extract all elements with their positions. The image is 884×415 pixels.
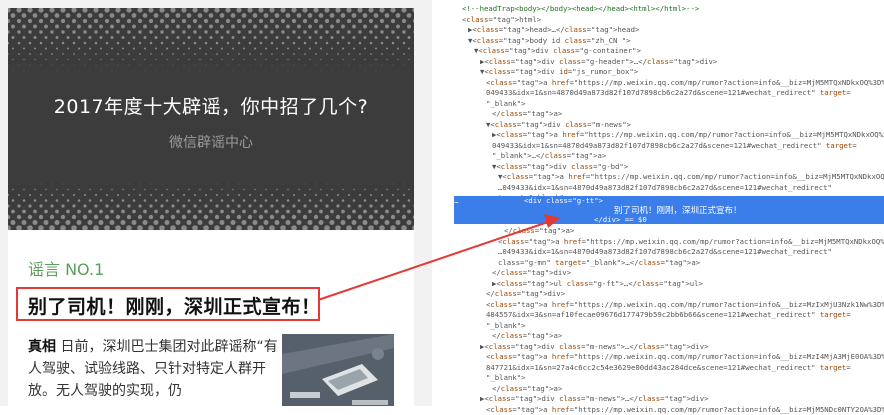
dom-line[interactable]: </class="tag">a> <box>492 331 562 341</box>
dom-line[interactable]: <class="tag">a href="https://mp.weixin.q… <box>486 300 884 310</box>
truth-label: 真相 <box>28 339 56 355</box>
devtools-elements-panel: <!--headTrap<body></body><head></head><h… <box>432 0 884 406</box>
dom-line[interactable]: </class="tag">a> <box>492 109 562 119</box>
dom-line[interactable]: </class="tag">div> <box>492 268 571 278</box>
selected-node-dots: … <box>454 196 458 206</box>
dom-line[interactable]: ▼<class="tag">div class="m-news"> <box>486 120 631 130</box>
dom-line[interactable]: ▶<class="tag">div class="m-news">…</clas… <box>480 394 708 404</box>
dom-line[interactable]: ▶<class="tag">div class="g-header">…</cl… <box>480 57 717 67</box>
dom-line[interactable]: 049433&idx=1&sn=4870d49a873d82f107d7898c… <box>492 141 857 151</box>
dom-line[interactable]: "_blank"> <box>486 321 526 331</box>
dom-line[interactable]: …049433&idx=1&sn=4870d49a873d82f107d7898… <box>498 247 832 257</box>
dom-line[interactable]: </class="tag">a> <box>492 384 562 394</box>
dom-line[interactable]: <class="tag">html> <box>462 15 541 25</box>
truth-text: 日前，深圳巴士集团对此辟谣称“有人驾驶、试验线路、只针对特定人群开放。无人驾驶的… <box>28 339 278 399</box>
dot-pattern <box>8 8 414 230</box>
dom-line[interactable]: "_blank"> <box>486 373 526 383</box>
article-page: 2017年度十大辟谣，你中招了几个? 微信辟谣中心 谣言 NO.1 别了司机！刚… <box>8 8 414 406</box>
dom-line[interactable]: …049433&idx=1&sn=4870d49a873d82f107d7898… <box>498 183 832 193</box>
dom-line[interactable]: </class="tag">div> <box>486 289 565 299</box>
dom-line[interactable]: 484557&idx=3&sn=af10fecae09676d177479b59… <box>486 310 851 320</box>
dom-line[interactable]: </class="tag">a> <box>504 226 574 236</box>
dom-line[interactable]: "_blank"> <box>486 99 526 109</box>
banner: 2017年度十大辟谣，你中招了几个? 微信辟谣中心 <box>8 8 414 230</box>
article-thumbnail[interactable] <box>282 334 394 406</box>
dom-line[interactable]: ▼<class="tag">div id="js_rumor_box"> <box>480 67 638 77</box>
banner-title: 2017年度十大辟谣，你中招了几个? <box>8 92 414 119</box>
dom-line[interactable]: <class="tag">a href="https://mp.weixin.q… <box>486 78 884 88</box>
headline-link[interactable]: 别了司机！刚刚，深圳正式宣布！ <box>28 292 321 319</box>
rumor-number: 谣言 NO.1 <box>28 256 104 280</box>
dom-line[interactable]: <!--headTrap<body></body><head></head><h… <box>462 4 699 14</box>
dom-line[interactable]: ▶<class="tag">div class="m-news">…</clas… <box>480 342 708 352</box>
dom-line[interactable]: class="g-mn" target="_blank">…</class="t… <box>498 258 700 268</box>
dom-line[interactable]: <class="tag">a href="https://mp.weixin.q… <box>498 237 884 247</box>
dom-line[interactable]: ▶<class="tag">ul class="g-ft">…</class="… <box>492 279 703 289</box>
selected-node-close-tag: </div> == $0 <box>594 215 647 225</box>
dom-line[interactable]: ▼<class="tag">div class="g-container"> <box>474 46 641 56</box>
dom-line[interactable]: ▼<class="tag">div class="g-bd"> <box>492 162 628 172</box>
banner-subtitle: 微信辟谣中心 <box>8 132 414 152</box>
dom-line[interactable]: 847721&idx=1&sn=27a4c6cc2c54e3629e00dd43… <box>486 363 851 373</box>
dom-line[interactable]: ▶<class="tag">a href="https://mp.weixin.… <box>492 130 884 140</box>
article-preview: 2017年度十大辟谣，你中招了几个? 微信辟谣中心 谣言 NO.1 别了司机！刚… <box>0 0 432 406</box>
street-image <box>282 334 394 406</box>
dom-line[interactable]: "_blank">…</class="tag">a> <box>492 151 606 161</box>
dom-line[interactable]: ▶<class="tag">head>…</class="tag">head> <box>468 25 639 35</box>
selected-node-open-tag: <div class="g-tt"> <box>524 196 603 206</box>
dom-line[interactable]: 049433&idx=1&sn=4870d49a873d82f107d7898c… <box>486 88 851 98</box>
truth-paragraph: 真相 日前，深圳巴士集团对此辟谣称“有人驾驶、试验线路、只针对特定人群开放。无人… <box>28 336 280 402</box>
dom-line[interactable]: ▼<class="tag">body id class="zh_CN "> <box>468 36 631 46</box>
dom-line[interactable]: <class="tag">a href="https://mp.weixin.q… <box>486 352 884 362</box>
dom-line[interactable]: <class="tag">a href="https://mp.weixin.q… <box>486 405 884 415</box>
dom-line[interactable]: ▼<class="tag">a href="https://mp.weixin.… <box>498 172 884 182</box>
